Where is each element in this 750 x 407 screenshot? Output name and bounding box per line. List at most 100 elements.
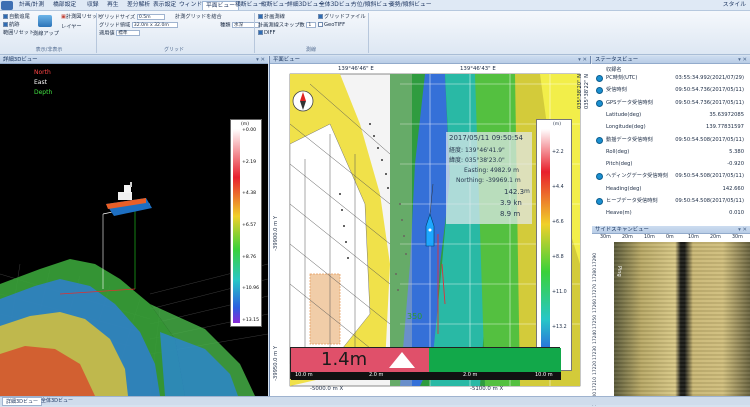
status-row: 受信時刻 09:50:54.736(2017/05/11)	[592, 85, 750, 96]
point-cloud-canvas[interactable]	[0, 64, 268, 396]
status-value: 09:50:54.508(2017/05/11)	[675, 198, 744, 204]
ping-axis: 1720017210172201723017240172501726017270…	[592, 242, 614, 406]
menu-item[interactable]: 収録	[84, 1, 102, 10]
group-title-grid: グリッド	[163, 47, 184, 53]
auto-pan-toggle[interactable]: 自動追尾	[3, 14, 30, 21]
ping-tick: 17220	[593, 361, 598, 375]
detail-3d-view[interactable]: 詳細3Dビュー ▾ ✕ North East Depth (m) +0.00 +2.…	[0, 56, 268, 396]
coord-top-right: 139°46'43" E	[460, 66, 496, 72]
grid-range-field[interactable]: 32.0m x 32.0m	[131, 22, 178, 28]
survey-tool-label[interactable]: 測線アップ	[33, 31, 59, 38]
status-row: Heading(deg) 142.660	[592, 184, 750, 195]
scale-tick: +8.76	[242, 254, 257, 260]
merge-grid-button[interactable]: 計測グリッドを結合	[175, 14, 222, 21]
close-icon[interactable]: ▾ ✕	[578, 56, 587, 64]
status-row: 動揺データ受信時刻 09:50:54.508(2017/05/11)	[592, 135, 750, 146]
close-icon[interactable]: ▾ ✕	[738, 226, 747, 234]
survey-tool-icon[interactable]	[38, 15, 52, 27]
status-row: GPSデータ受信時刻 09:50:54.736(2017/05/11)	[592, 98, 750, 109]
scale-tick: +13.15	[242, 318, 260, 323]
scale-tick: +6.57	[242, 223, 257, 228]
depth-readout: 1.4m	[321, 349, 368, 370]
layer-button[interactable]: レイヤー	[61, 24, 82, 31]
sidescan-tick: 30m	[600, 235, 611, 240]
vessel-arrow-icon	[389, 352, 415, 368]
status-label: Heading(deg)	[606, 185, 642, 192]
status-label: Roll(deg)	[606, 148, 630, 155]
menu-item[interactable]: 姿勢/傾斜ビュー	[386, 1, 435, 10]
track-toggle[interactable]: 航跡	[3, 22, 19, 29]
scale-tick: +8.8	[552, 255, 564, 260]
axis-legend: North East Depth	[34, 68, 52, 98]
status-label: 動揺データ受信時刻	[606, 136, 653, 143]
status-row: Latitude(deg) 35.63972085	[592, 110, 750, 121]
panel-title-map: 平面ビュー ▾ ✕	[270, 56, 590, 64]
status-indicator-icon	[596, 87, 603, 95]
app-menu-button[interactable]	[1, 1, 13, 10]
status-value: 03:55:34.992(2021/07/29)	[675, 75, 744, 81]
status-indicator-icon	[596, 136, 603, 144]
kind-field[interactable]: 水深	[232, 22, 261, 28]
sidescan-tick: 20m	[710, 235, 721, 240]
grid-file-toggle[interactable]: グリッドファイル	[318, 14, 366, 21]
status-label: Pitch(deg)	[606, 161, 633, 168]
status-header: 収録名	[606, 67, 622, 73]
grid-size-field[interactable]: 0.5m	[136, 14, 165, 20]
plan-view[interactable]: 平面ビュー ▾ ✕ 139°46'46" E 139°46'43" E 035°…	[269, 56, 592, 396]
info-draft: 8.9 m	[500, 210, 521, 218]
compass	[292, 90, 314, 112]
ping-tick: 17290	[593, 252, 598, 267]
status-value: 5.380	[729, 148, 744, 155]
info-depth: 142.3	[504, 188, 525, 196]
color-field[interactable]: 標準	[116, 30, 141, 36]
sidescan-view[interactable]: サイドスキャンビュー▾ ✕ 30m 20m 10m 0m 10m 20m 30m 17200…	[592, 226, 750, 406]
status-view: ステータスビュー ▾ ✕ 収録名 PC時刻(UTC) 03:55:34.992(20…	[592, 56, 750, 226]
grid-size-row: グリッドサイズ 0.5m	[99, 14, 165, 22]
diff-toggle[interactable]: DIFF	[258, 30, 276, 37]
status-value: 09:50:54.736(2017/05/11)	[675, 87, 744, 94]
status-row: ヒーブデータ受信時刻 09:50:54.508(2017/05/11)	[592, 196, 750, 207]
skip-field[interactable]: 1	[306, 22, 317, 28]
status-indicator-icon	[596, 99, 603, 107]
ping-tick: 17240	[593, 330, 598, 344]
sidescan-axis: 30m 20m 10m 0m 10m 20m 30m	[592, 234, 750, 242]
menu-item[interactable]: 再生	[104, 1, 122, 10]
menu-item[interactable]: 計画/計測	[16, 1, 47, 10]
skip-row: 計画測線スキップ数 1	[258, 22, 317, 30]
status-label: GPSデータ受信時刻	[606, 99, 653, 106]
status-value: 09:50:54.508(2017/05/11)	[675, 136, 744, 143]
info-northing: Northing: -39969.1 m	[456, 177, 521, 184]
range-reset-button[interactable]: 範囲リセット	[3, 30, 34, 37]
color-row: 適用値 標準	[99, 30, 141, 38]
bottom-tab-bar: 詳細3Dビュー 全体3Dビュー	[0, 396, 750, 406]
status-row: Heave(m) 0.010	[592, 208, 750, 219]
status-value: 139.77831597	[706, 124, 744, 131]
plan-line-toggle[interactable]: 計画測線	[258, 14, 285, 21]
menu-item[interactable]: 橋部設定	[50, 1, 79, 10]
info-easting: Easting: 4982.9 m	[464, 167, 519, 174]
ship-model	[106, 182, 152, 216]
group-title-line: 測線	[305, 47, 316, 53]
menu-item[interactable]: 表示設定	[150, 1, 179, 10]
menu-item[interactable]: 差分解析	[124, 1, 153, 10]
status-value: 09:50:54.736(2017/05/11)	[675, 99, 744, 106]
scale-tick: +11.0	[552, 290, 567, 295]
sidescan-tick: 30m	[732, 235, 743, 240]
status-row: Pitch(deg) -0.920	[592, 159, 750, 170]
sidescan-tick: 10m	[688, 235, 699, 240]
coord-bottom-right: -5100.0 m X	[470, 386, 504, 392]
status-indicator-icon	[596, 75, 603, 82]
coord-top-left: 139°46'46" E	[338, 66, 374, 72]
style-menu[interactable]: スタイル	[723, 1, 746, 10]
status-indicator-icon	[596, 173, 603, 181]
coord-bottom-left: -5000.0 m X	[310, 386, 344, 392]
scale-tick: +6.6	[552, 220, 564, 225]
status-value: 09:50:54.508(2017/05/11)	[675, 173, 744, 180]
ping-tick: 17270	[593, 283, 598, 298]
ping-tick: 17260	[593, 299, 598, 313]
menu-bar: 計画/計測 橋部設定 収録 再生 差分解析 表示設定 ウィンドウ 平面ビュー 横断ビュー 縦断ビュ…	[0, 0, 750, 11]
close-icon[interactable]: ▾ ✕	[256, 56, 265, 64]
status-label: 受信時刻	[606, 87, 627, 94]
geotiff-toggle[interactable]: GeoTIFF	[318, 22, 345, 29]
close-icon[interactable]: ▾ ✕	[738, 56, 747, 64]
